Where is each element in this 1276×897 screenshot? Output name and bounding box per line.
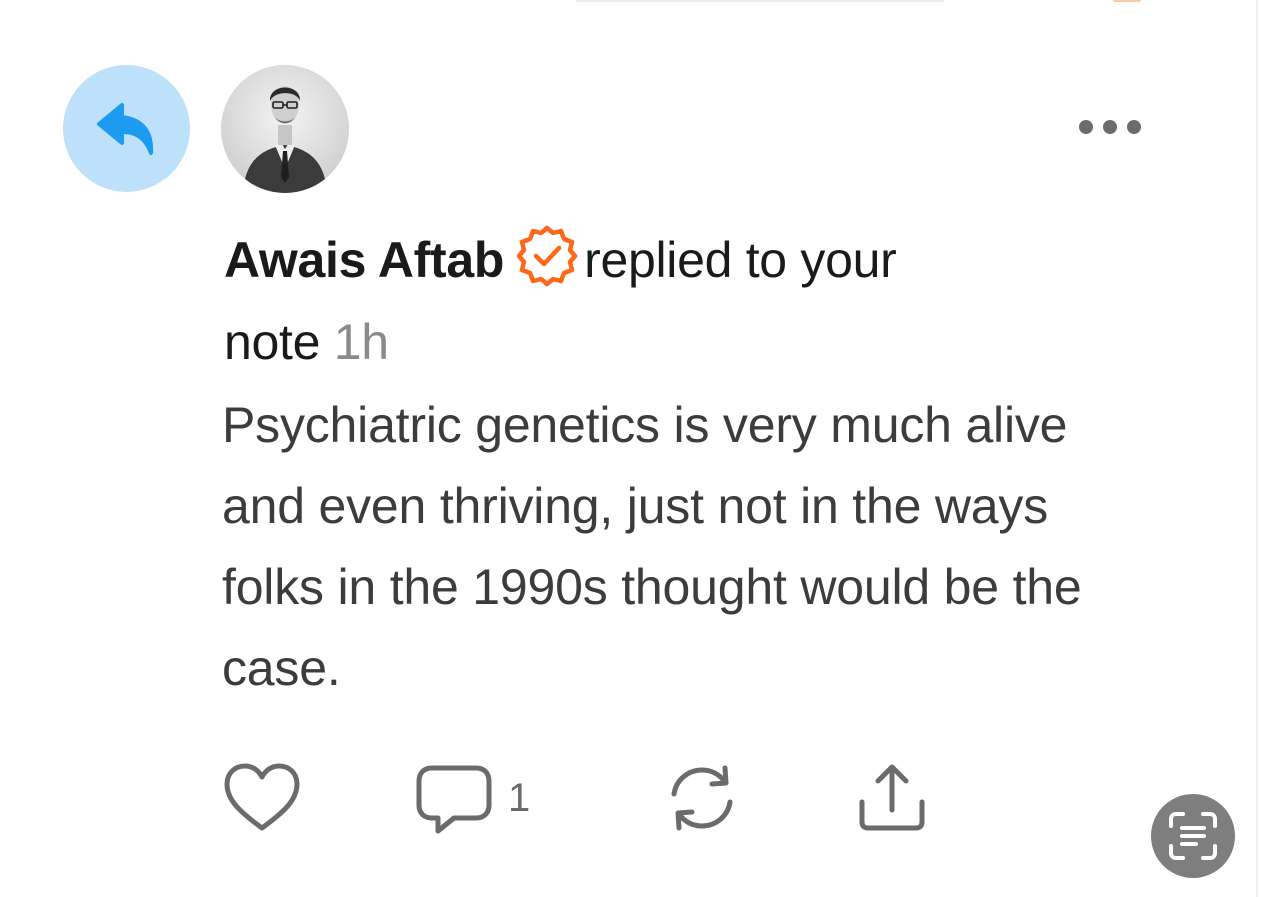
reply-body[interactable]: Psychiatric genetics is very much alive … [222, 385, 1152, 709]
heart-icon [224, 763, 300, 831]
verified-check-icon [516, 225, 578, 287]
author-name[interactable]: Awais Aftab [224, 232, 504, 288]
action-text: replied to your [584, 232, 897, 288]
comment-button[interactable]: 1 [414, 760, 530, 836]
reply-notification-badge [63, 65, 190, 192]
top-edge-sliver [575, 0, 945, 2]
comment-bubble-icon [416, 765, 492, 834]
live-text-scan-button[interactable] [1151, 794, 1235, 878]
timestamp: 1h [333, 314, 389, 370]
top-edge-dot [1112, 0, 1142, 2]
avatar-photo [221, 65, 349, 193]
comment-count: 1 [508, 775, 531, 820]
like-button[interactable] [222, 760, 302, 836]
more-dots-icon [1079, 120, 1093, 134]
more-dot [1127, 120, 1141, 134]
share-button[interactable] [852, 760, 932, 836]
reply-arrow-icon [96, 102, 153, 155]
share-icon [859, 764, 925, 831]
action-object[interactable]: note [224, 314, 320, 370]
scroll-edge [1256, 0, 1276, 897]
more-dot [1103, 120, 1117, 134]
avatar[interactable] [221, 65, 349, 193]
live-text-scan-icon [1169, 812, 1217, 860]
more-options-button[interactable] [1075, 112, 1145, 142]
restack-button[interactable] [662, 760, 742, 836]
action-bar: 1 [222, 760, 942, 836]
restack-icon [671, 765, 733, 831]
notification-headline: Awais Aftab replied to your note 1h [224, 219, 1124, 383]
